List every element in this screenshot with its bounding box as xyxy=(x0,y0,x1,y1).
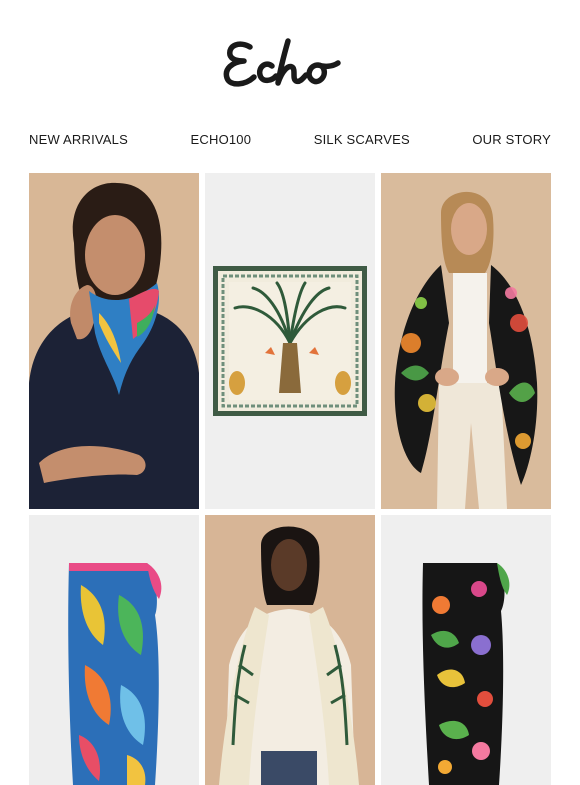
palm-square-scarf-image xyxy=(205,173,375,509)
product-tile-tropical-sarong[interactable] xyxy=(29,515,199,785)
brand-logo[interactable] xyxy=(0,28,580,98)
main-nav: NEW ARRIVALS ECHO100 SILK SCARVES OUR ST… xyxy=(29,132,551,147)
nav-echo100[interactable]: ECHO100 xyxy=(191,132,252,147)
tropical-sarong-image xyxy=(29,515,199,785)
nav-silk-scarves[interactable]: SILK SCARVES xyxy=(314,132,410,147)
nav-our-story[interactable]: OUR STORY xyxy=(472,132,551,147)
model-palm-wrap-image xyxy=(205,515,375,785)
echo-script-logo xyxy=(223,38,341,87)
model-floral-wrap-image xyxy=(381,173,551,509)
product-tile-neckerchief[interactable] xyxy=(29,173,199,509)
model-neckerchief-image xyxy=(29,173,199,509)
product-grid xyxy=(29,173,551,785)
product-tile-palm-square[interactable] xyxy=(205,173,375,509)
nav-new-arrivals[interactable]: NEW ARRIVALS xyxy=(29,132,128,147)
product-tile-black-floral-sarong[interactable] xyxy=(381,515,551,785)
product-tile-floral-wrap[interactable] xyxy=(381,173,551,509)
product-tile-palm-wrap[interactable] xyxy=(205,515,375,785)
black-floral-sarong-image xyxy=(381,515,551,785)
